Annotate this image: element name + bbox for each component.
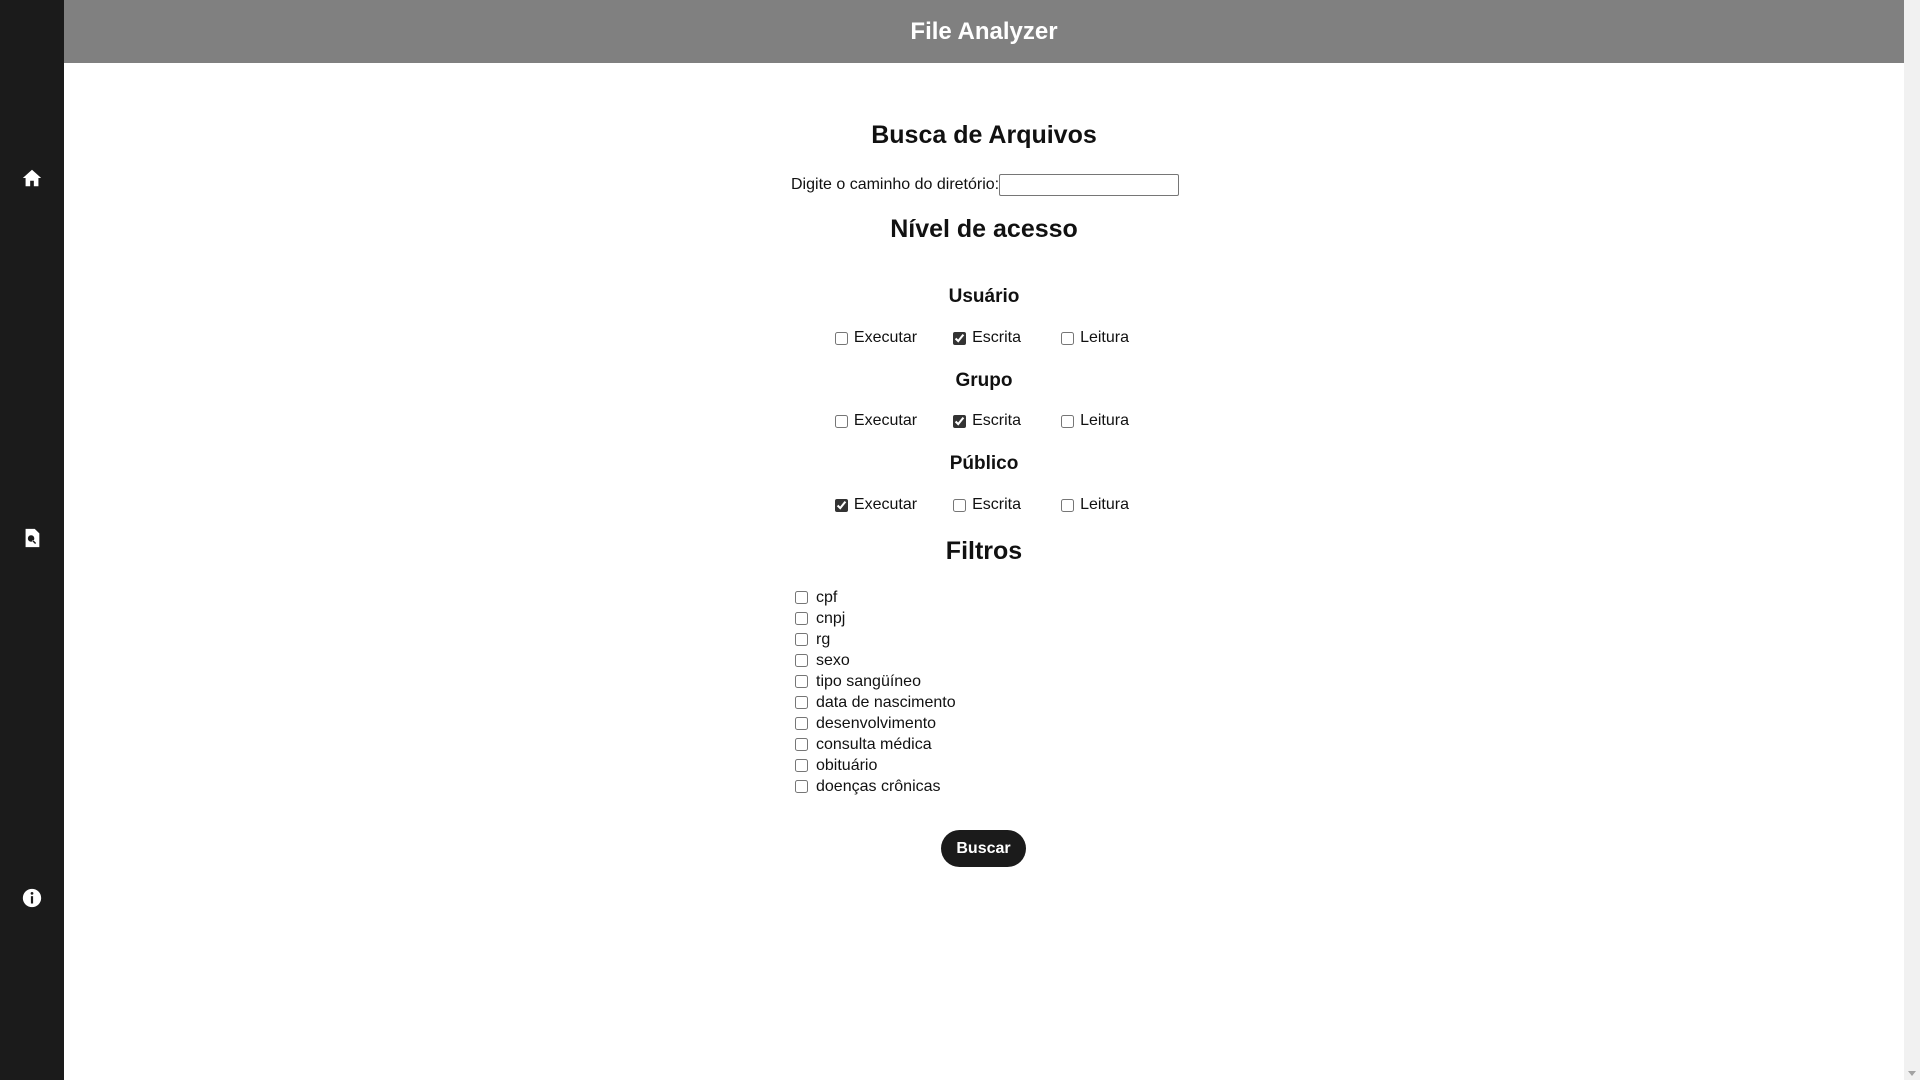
sidebar xyxy=(0,0,64,1080)
directory-path-input[interactable] xyxy=(999,174,1180,196)
filter-item[interactable]: tipo sangüíneo xyxy=(795,671,956,692)
perm-usuario-executar[interactable]: Executar xyxy=(834,329,917,347)
scroll-down-arrow-icon[interactable] xyxy=(1908,1071,1916,1076)
checkbox-grupo-executar[interactable] xyxy=(834,414,848,428)
main-content: Busca de Arquivos Digite o caminho do di… xyxy=(64,63,1904,1080)
perm-grupo-executar[interactable]: Executar xyxy=(834,412,917,430)
filter-checkbox[interactable] xyxy=(795,633,808,646)
filter-checkbox[interactable] xyxy=(795,675,808,688)
search-title: Busca de Arquivos xyxy=(871,121,1097,149)
filter-item[interactable]: obituário xyxy=(795,755,956,776)
perm-row-usuario: Executar Escrita Leitura xyxy=(64,329,1904,347)
filter-item[interactable]: sexo xyxy=(795,650,956,671)
app-title: File Analyzer xyxy=(910,17,1058,45)
perm-publico-escrita[interactable]: Escrita xyxy=(953,496,1025,514)
info-icon[interactable] xyxy=(16,882,48,914)
checkbox-publico-executar[interactable] xyxy=(834,498,848,512)
filter-item[interactable]: desenvolvimento xyxy=(795,713,956,734)
perm-usuario-escrita[interactable]: Escrita xyxy=(953,329,1025,347)
perm-publico-leitura[interactable]: Leitura xyxy=(1061,496,1133,514)
group-label-grupo: Grupo xyxy=(955,370,1013,391)
checkbox-grupo-escrita[interactable] xyxy=(953,414,967,428)
vertical-scrollbar[interactable] xyxy=(1904,0,1920,1080)
filter-checkbox[interactable] xyxy=(795,591,808,604)
filter-item[interactable]: doenças crônicas xyxy=(795,776,956,797)
filter-checkbox[interactable] xyxy=(795,780,808,793)
path-label: Digite o caminho do diretório: xyxy=(791,176,1000,193)
filters-list: cpf cnpj rg sexo tipo sangüíneo data de … xyxy=(795,587,956,797)
checkbox-usuario-leitura[interactable] xyxy=(1061,331,1075,345)
filter-item[interactable]: rg xyxy=(795,629,956,650)
group-label-usuario: Usuário xyxy=(948,286,1020,307)
buscar-button[interactable]: Buscar xyxy=(941,830,1026,867)
home-icon[interactable] xyxy=(16,162,48,194)
app-header: File Analyzer xyxy=(64,0,1904,63)
perm-row-grupo: Executar Escrita Leitura xyxy=(64,412,1904,430)
perm-publico-executar[interactable]: Executar xyxy=(834,496,917,514)
checkbox-usuario-executar[interactable] xyxy=(834,331,848,345)
filter-item[interactable]: cpf xyxy=(795,587,956,608)
filter-checkbox[interactable] xyxy=(795,738,808,751)
checkbox-grupo-leitura[interactable] xyxy=(1061,414,1075,428)
filters-title: Filtros xyxy=(945,537,1023,565)
filter-checkbox[interactable] xyxy=(795,654,808,667)
file-search-icon[interactable] xyxy=(16,522,48,554)
filter-checkbox[interactable] xyxy=(795,717,808,730)
group-label-publico: Público xyxy=(949,453,1019,474)
filter-checkbox[interactable] xyxy=(795,759,808,772)
perm-grupo-escrita[interactable]: Escrita xyxy=(953,412,1025,430)
checkbox-publico-escrita[interactable] xyxy=(953,498,967,512)
filter-item[interactable]: cnpj xyxy=(795,608,956,629)
filter-item[interactable]: data de nascimento xyxy=(795,692,956,713)
filter-checkbox[interactable] xyxy=(795,612,808,625)
perm-row-publico: Executar Escrita Leitura xyxy=(64,496,1904,514)
filter-checkbox[interactable] xyxy=(795,696,808,709)
perm-grupo-leitura[interactable]: Leitura xyxy=(1061,412,1133,430)
filter-item[interactable]: consulta médica xyxy=(795,734,956,755)
checkbox-usuario-escrita[interactable] xyxy=(953,331,967,345)
checkbox-publico-leitura[interactable] xyxy=(1061,498,1075,512)
perm-usuario-leitura[interactable]: Leitura xyxy=(1061,329,1133,347)
path-row: Digite o caminho do diretório: xyxy=(791,174,1180,196)
access-title: Nível de acesso xyxy=(890,215,1078,243)
